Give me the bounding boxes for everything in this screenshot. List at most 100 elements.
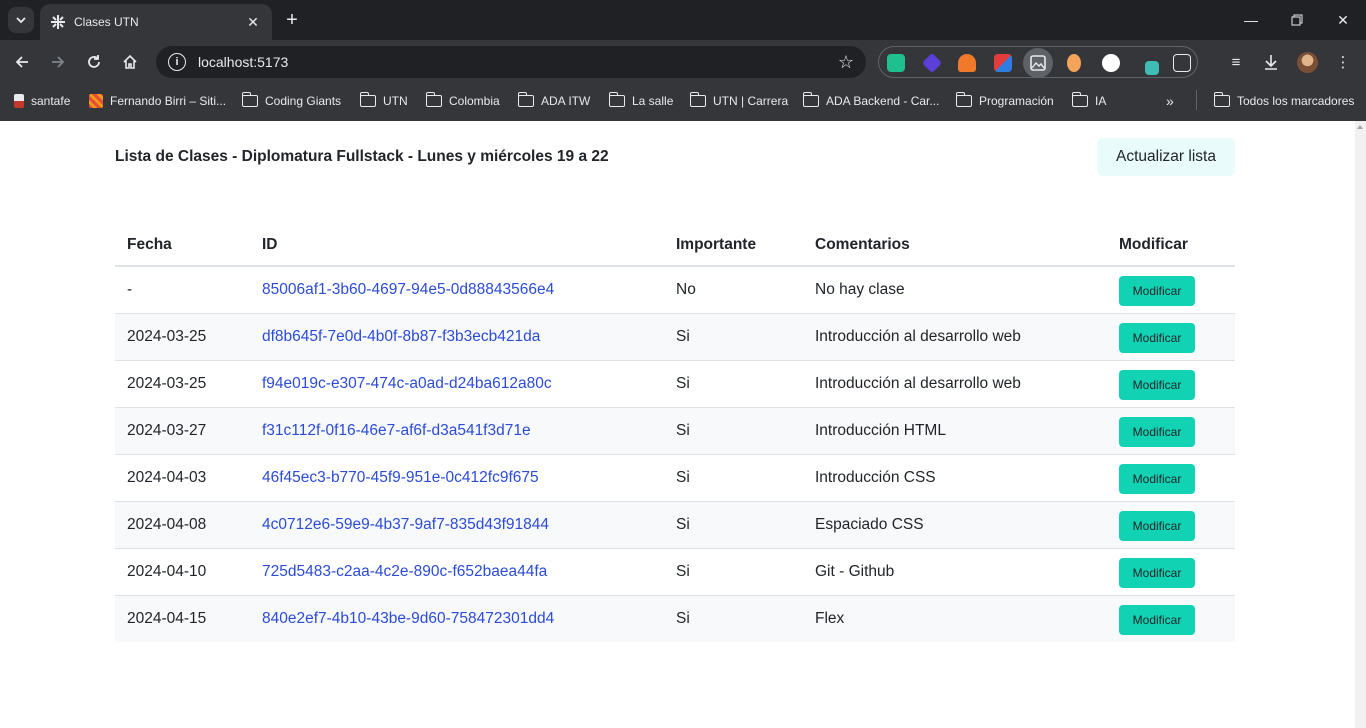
arrow-right-icon xyxy=(52,56,65,68)
modify-button[interactable]: Modificar xyxy=(1119,322,1195,353)
cell-importante: Si xyxy=(664,360,803,408)
extension-icon[interactable] xyxy=(1102,54,1120,72)
cell-importante: Si xyxy=(664,548,803,596)
class-id-link[interactable]: f94e019c-e307-474c-a0ad-d24ba612a80c xyxy=(262,375,552,392)
more-bookmarks-chevron-icon[interactable]: » xyxy=(1166,92,1174,110)
extension-icon[interactable] xyxy=(887,54,905,72)
menu-dots-icon[interactable]: ⋮ xyxy=(1333,52,1353,72)
new-tab-button[interactable]: + xyxy=(280,8,304,32)
reading-list-icon[interactable]: ≡ xyxy=(1226,52,1246,72)
modify-button[interactable]: Modificar xyxy=(1119,275,1195,306)
class-id-link[interactable]: 85006af1-3b60-4697-94e5-0d88843566e4 xyxy=(262,281,554,298)
chevron-down-icon xyxy=(16,17,26,24)
bookmarks-divider xyxy=(1196,90,1197,110)
bookmark-folder-la-salle[interactable]: La salle xyxy=(608,92,673,110)
table-row: 2024-03-27 f31c112f-0f16-46e7-af6f-d3a54… xyxy=(115,407,1235,455)
class-id-link[interactable]: 840e2ef7-4b10-43be-9d60-758472301dd4 xyxy=(262,610,554,627)
page-title: Lista de Clases - Diplomatura Fullstack … xyxy=(115,148,609,165)
bookmark-folder-utn-carrera[interactable]: UTN | Carrera xyxy=(689,92,788,110)
image-extension-button[interactable] xyxy=(1023,48,1053,78)
birri-favicon-icon xyxy=(89,94,103,108)
extension-icon[interactable] xyxy=(994,54,1012,72)
class-id-link[interactable]: f31c112f-0f16-46e7-af6f-d3a541f3d71e xyxy=(262,422,531,439)
page-scrollbar[interactable] xyxy=(1355,121,1366,728)
profile-avatar[interactable] xyxy=(1297,52,1318,73)
header-modificar: Modificar xyxy=(1107,224,1235,267)
folder-icon xyxy=(608,92,625,107)
header-importante: Importante xyxy=(664,224,803,267)
cell-fecha: 2024-03-25 xyxy=(115,313,250,361)
refresh-list-button[interactable]: Actualizar lista xyxy=(1097,138,1235,176)
modify-button[interactable]: Modificar xyxy=(1119,557,1195,588)
tab-search-button[interactable] xyxy=(8,7,34,33)
back-button[interactable] xyxy=(8,48,36,76)
bookmark-folder-programacion[interactable]: Programación xyxy=(955,92,1054,110)
reload-icon xyxy=(88,55,100,68)
bookmark-folder-ada-itw[interactable]: ADA ITW xyxy=(517,92,591,110)
folder-icon xyxy=(425,92,442,107)
cell-fecha: 2024-03-27 xyxy=(115,407,250,455)
close-tab-icon[interactable]: ✕ xyxy=(244,13,262,31)
header-id: ID xyxy=(250,224,664,267)
home-icon xyxy=(123,54,137,69)
all-bookmarks-folder[interactable]: Todos los marcadores xyxy=(1213,92,1354,110)
folder-icon xyxy=(802,92,819,107)
bookmark-folder-ia[interactable]: IA xyxy=(1071,92,1107,110)
bookmark-folder-coding-giants[interactable]: Coding Giants xyxy=(241,92,342,110)
minimize-button[interactable]: — xyxy=(1228,0,1274,40)
tab-title: Clases UTN xyxy=(74,15,139,29)
restore-icon xyxy=(1291,14,1303,26)
class-id-link[interactable]: 725d5483-c2aa-4c2e-890c-f652baea44fa xyxy=(262,563,547,580)
table-row: 2024-03-25 df8b645f-7e0d-4b0f-8b87-f3b3e… xyxy=(115,313,1235,361)
puzzle-extensions-icon[interactable] xyxy=(1173,54,1191,72)
table-row: 2024-04-03 46f45ec3-b770-45f9-951e-0c412… xyxy=(115,454,1235,502)
table-row: - 85006af1-3b60-4697-94e5-0d88843566e4 N… xyxy=(115,266,1235,314)
cell-comentarios: No hay clase xyxy=(803,266,1107,314)
bookmark-folder-utn[interactable]: UTN xyxy=(359,92,408,110)
cell-importante: Si xyxy=(664,595,803,642)
cell-comentarios: Introducción al desarrollo web xyxy=(803,313,1107,361)
restore-button[interactable] xyxy=(1274,0,1320,40)
bookmark-label: Coding Giants xyxy=(265,94,342,108)
bookmark-label: Colombia xyxy=(449,94,500,108)
modify-button[interactable]: Modificar xyxy=(1119,369,1195,400)
header-fecha: Fecha xyxy=(115,224,250,267)
bookmark-star-icon[interactable]: ☆ xyxy=(838,52,854,73)
modify-button[interactable]: Modificar xyxy=(1119,463,1195,494)
forward-button[interactable] xyxy=(44,48,72,76)
bookmark-label: ADA ITW xyxy=(541,94,591,108)
modify-button[interactable]: Modificar xyxy=(1119,416,1195,447)
class-id-link[interactable]: df8b645f-7e0d-4b0f-8b87-f3b3ecb421da xyxy=(262,328,540,345)
site-info-icon[interactable]: i xyxy=(168,53,186,71)
browser-tab[interactable]: Clases UTN ✕ xyxy=(40,4,272,40)
bookmark-santafe[interactable]: santafe xyxy=(14,92,70,110)
reload-button[interactable] xyxy=(80,48,108,76)
browser-toolbar: i localhost:5173 ☆ ≡ ⋮ xyxy=(0,40,1366,84)
cell-fecha: 2024-04-03 xyxy=(115,454,250,502)
cell-fecha: 2024-04-10 xyxy=(115,548,250,596)
folder-icon xyxy=(955,92,972,107)
folder-icon xyxy=(359,92,376,107)
extension-icon[interactable] xyxy=(921,52,943,74)
folder-icon xyxy=(1213,92,1230,107)
bookmark-label: IA xyxy=(1095,94,1107,108)
cell-importante: Si xyxy=(664,454,803,502)
bookmark-fernando-birri[interactable]: Fernando Birri – Siti... xyxy=(89,92,226,110)
extension-icon[interactable] xyxy=(958,54,976,72)
modify-button[interactable]: Modificar xyxy=(1119,604,1195,635)
cell-comentarios: Introducción al desarrollo web xyxy=(803,360,1107,408)
class-id-link[interactable]: 4c0712e6-59e9-4b37-9af7-835d43f91844 xyxy=(262,516,549,533)
address-bar[interactable]: i localhost:5173 ☆ xyxy=(156,46,866,78)
bookmark-folder-colombia[interactable]: Colombia xyxy=(425,92,500,110)
bookmark-folder-ada-backend[interactable]: ADA Backend - Car... xyxy=(802,92,939,110)
scroll-up-arrow-icon[interactable] xyxy=(1357,125,1363,129)
close-window-button[interactable]: ✕ xyxy=(1320,0,1366,40)
extension-icon[interactable] xyxy=(1067,54,1081,72)
home-button[interactable] xyxy=(116,48,144,76)
modify-button[interactable]: Modificar xyxy=(1119,510,1195,541)
class-id-link[interactable]: 46f45ec3-b770-45f9-951e-0c412fc9f675 xyxy=(262,469,539,486)
download-icon[interactable] xyxy=(1261,52,1281,72)
extension-icon[interactable] xyxy=(1145,61,1159,75)
url-text: localhost:5173 xyxy=(198,54,289,70)
image-icon xyxy=(1030,55,1046,71)
